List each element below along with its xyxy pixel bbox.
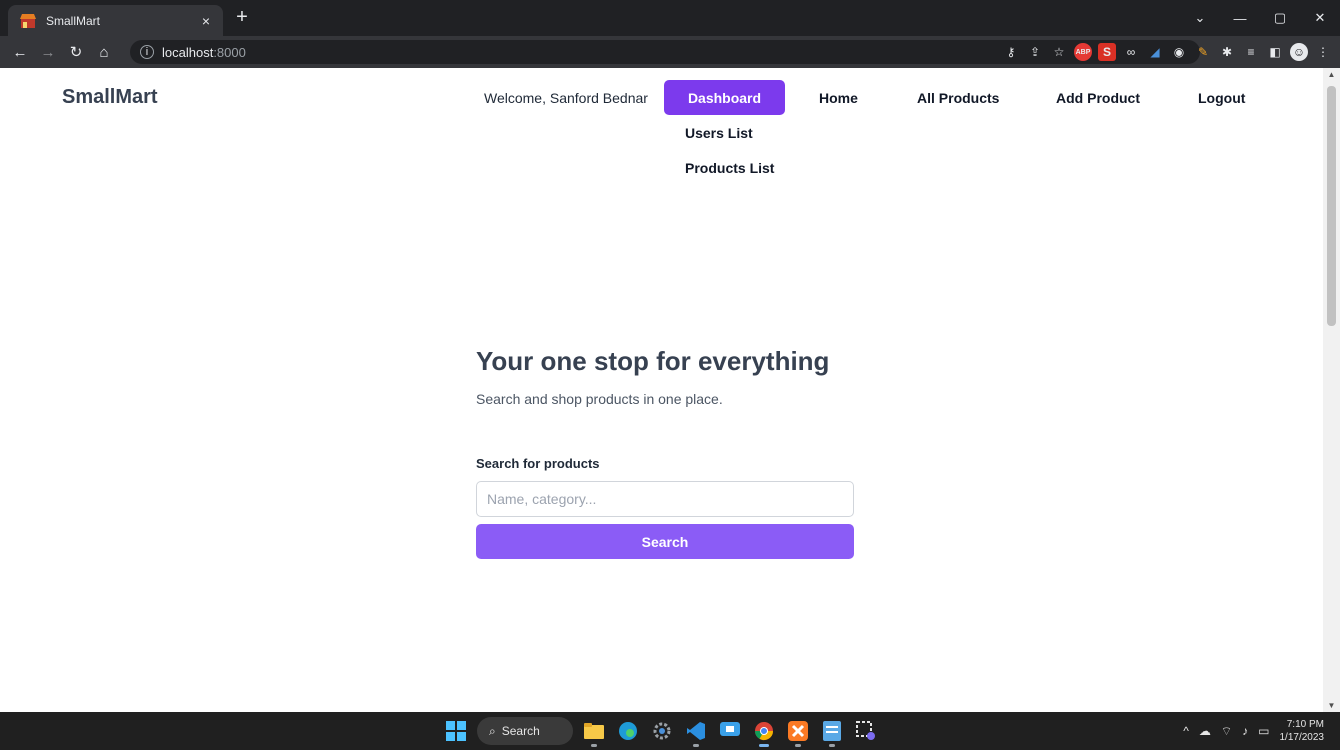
back-arrow-icon[interactable]: ← [6, 38, 34, 66]
onedrive-cloud-icon[interactable]: ☁ [1199, 724, 1211, 738]
taskbar-search-label: Search [501, 724, 540, 738]
vscode-icon[interactable] [683, 718, 709, 747]
system-tray: ^ ☁ ⌔ ♪ ▭ 7:10 PM 1/17/2023 [1183, 716, 1324, 746]
dropdown-users-list[interactable]: Users List [685, 125, 753, 141]
extension-icons: ⚷ ⇪ ☆ ABP S ∞ ◢ ◉ ✎ ✱ ≡ ◧ ☺ ⋮ [1002, 40, 1332, 64]
restore-button[interactable]: ▢ [1260, 10, 1300, 26]
tray-overflow-icon[interactable]: ^ [1183, 724, 1189, 738]
running-indicator [795, 744, 801, 747]
close-window-button[interactable]: ✕ [1300, 10, 1340, 26]
volume-icon[interactable]: ♪ [1242, 724, 1248, 738]
reload-icon[interactable]: ↻ [62, 38, 90, 66]
brand-logo[interactable]: SmallMart [62, 86, 158, 109]
nav-dashboard[interactable]: Dashboard [664, 80, 785, 115]
browser-menu-icon[interactable]: ⋮ [1314, 43, 1332, 61]
windows-taskbar: ⌕ Search ^ ☁ ⌔ ♪ ▭ 7:10 PM 1/17/2023 [0, 712, 1340, 750]
running-indicator [829, 744, 835, 747]
extensions-puzzle-icon[interactable]: ✱ [1218, 43, 1236, 61]
nav-logout[interactable]: Logout [1198, 90, 1245, 106]
tab-title: SmallMart [46, 13, 101, 28]
share-icon[interactable]: ⇪ [1026, 43, 1044, 61]
windows-start-icon[interactable] [443, 718, 469, 744]
tab-search-icon[interactable]: ⌄ [1180, 10, 1220, 26]
dropdown-products-list[interactable]: Products List [685, 160, 774, 176]
key-icon[interactable]: ⚷ [1002, 43, 1020, 61]
s-extension-icon[interactable]: S [1098, 43, 1116, 61]
window-controls: ⌄ — ▢ ✕ [1180, 0, 1340, 36]
taskbar-apps: ⌕ Search [443, 716, 879, 747]
hero-title: Your one stop for everything [476, 346, 830, 376]
remote-desktop-icon[interactable] [717, 718, 743, 744]
clock-time: 7:10 PM [1286, 719, 1324, 730]
running-indicator [693, 744, 699, 747]
welcome-text: Welcome, Sanford Bednar [484, 90, 648, 106]
browser-tab[interactable]: SmallMart × [8, 5, 223, 36]
snipping-tool-icon[interactable] [853, 718, 879, 744]
minimize-button[interactable]: — [1220, 11, 1260, 26]
clock-date: 1/17/2023 [1279, 732, 1325, 743]
search-input[interactable] [476, 481, 854, 517]
active-indicator [759, 744, 769, 747]
globe-icon[interactable]: ◉ [1170, 43, 1188, 61]
running-indicator [591, 744, 597, 747]
bookmark-star-icon[interactable]: ☆ [1050, 43, 1068, 61]
settings-gear-icon[interactable] [649, 718, 675, 744]
profile-avatar-icon[interactable]: ☺ [1290, 43, 1308, 61]
store-favicon-icon [20, 13, 36, 29]
wifi-icon[interactable]: ⌔ [1221, 724, 1232, 739]
scroll-down-icon[interactable]: ▼ [1323, 701, 1340, 710]
site-info-icon[interactable]: i [140, 45, 154, 59]
nav-home[interactable]: Home [819, 90, 858, 106]
reading-list-icon[interactable]: ≡ [1242, 43, 1260, 61]
search-label: Search for products [476, 456, 600, 471]
new-tab-button[interactable]: + [230, 6, 254, 30]
tab-close-icon[interactable]: × [197, 13, 215, 29]
pencil-icon[interactable]: ✎ [1194, 43, 1212, 61]
search-button[interactable]: Search [476, 524, 854, 559]
nav-add-product[interactable]: Add Product [1056, 90, 1140, 106]
page-content: SmallMart Welcome, Sanford Bednar Dashbo… [0, 68, 1323, 712]
forward-arrow-icon[interactable]: → [34, 38, 62, 66]
file-explorer-icon[interactable] [581, 718, 607, 747]
notepad-icon[interactable] [819, 718, 845, 747]
clock[interactable]: 7:10 PM 1/17/2023 [1280, 718, 1325, 744]
color-picker-icon[interactable]: ◢ [1146, 43, 1164, 61]
glasses-extension-icon[interactable]: ∞ [1122, 43, 1140, 61]
edge-browser-icon[interactable] [615, 718, 641, 744]
hero-subtitle: Search and shop products in one place. [476, 391, 723, 407]
page-scrollbar[interactable]: ▲ ▼ [1323, 68, 1340, 712]
url-host: localhost [162, 44, 214, 60]
battery-icon[interactable]: ▭ [1258, 724, 1269, 738]
url-port: :8000 [213, 44, 246, 60]
home-icon[interactable]: ⌂ [90, 38, 118, 66]
browser-toolbar: ← → ↻ ⌂ i localhost:8000 ⚷ ⇪ ☆ ABP S ∞ ◢… [0, 36, 1340, 68]
side-panel-icon[interactable]: ◧ [1266, 43, 1284, 61]
nav-all-products[interactable]: All Products [917, 90, 999, 106]
search-icon: ⌕ [489, 723, 496, 738]
xampp-icon[interactable] [785, 718, 811, 747]
browser-tabbar: SmallMart × + ⌄ — ▢ ✕ [0, 0, 1340, 36]
adblock-icon[interactable]: ABP [1074, 43, 1092, 61]
chrome-icon[interactable] [751, 718, 777, 747]
taskbar-search[interactable]: ⌕ Search [477, 717, 573, 745]
scroll-thumb[interactable] [1327, 86, 1336, 326]
scroll-up-icon[interactable]: ▲ [1323, 70, 1340, 79]
